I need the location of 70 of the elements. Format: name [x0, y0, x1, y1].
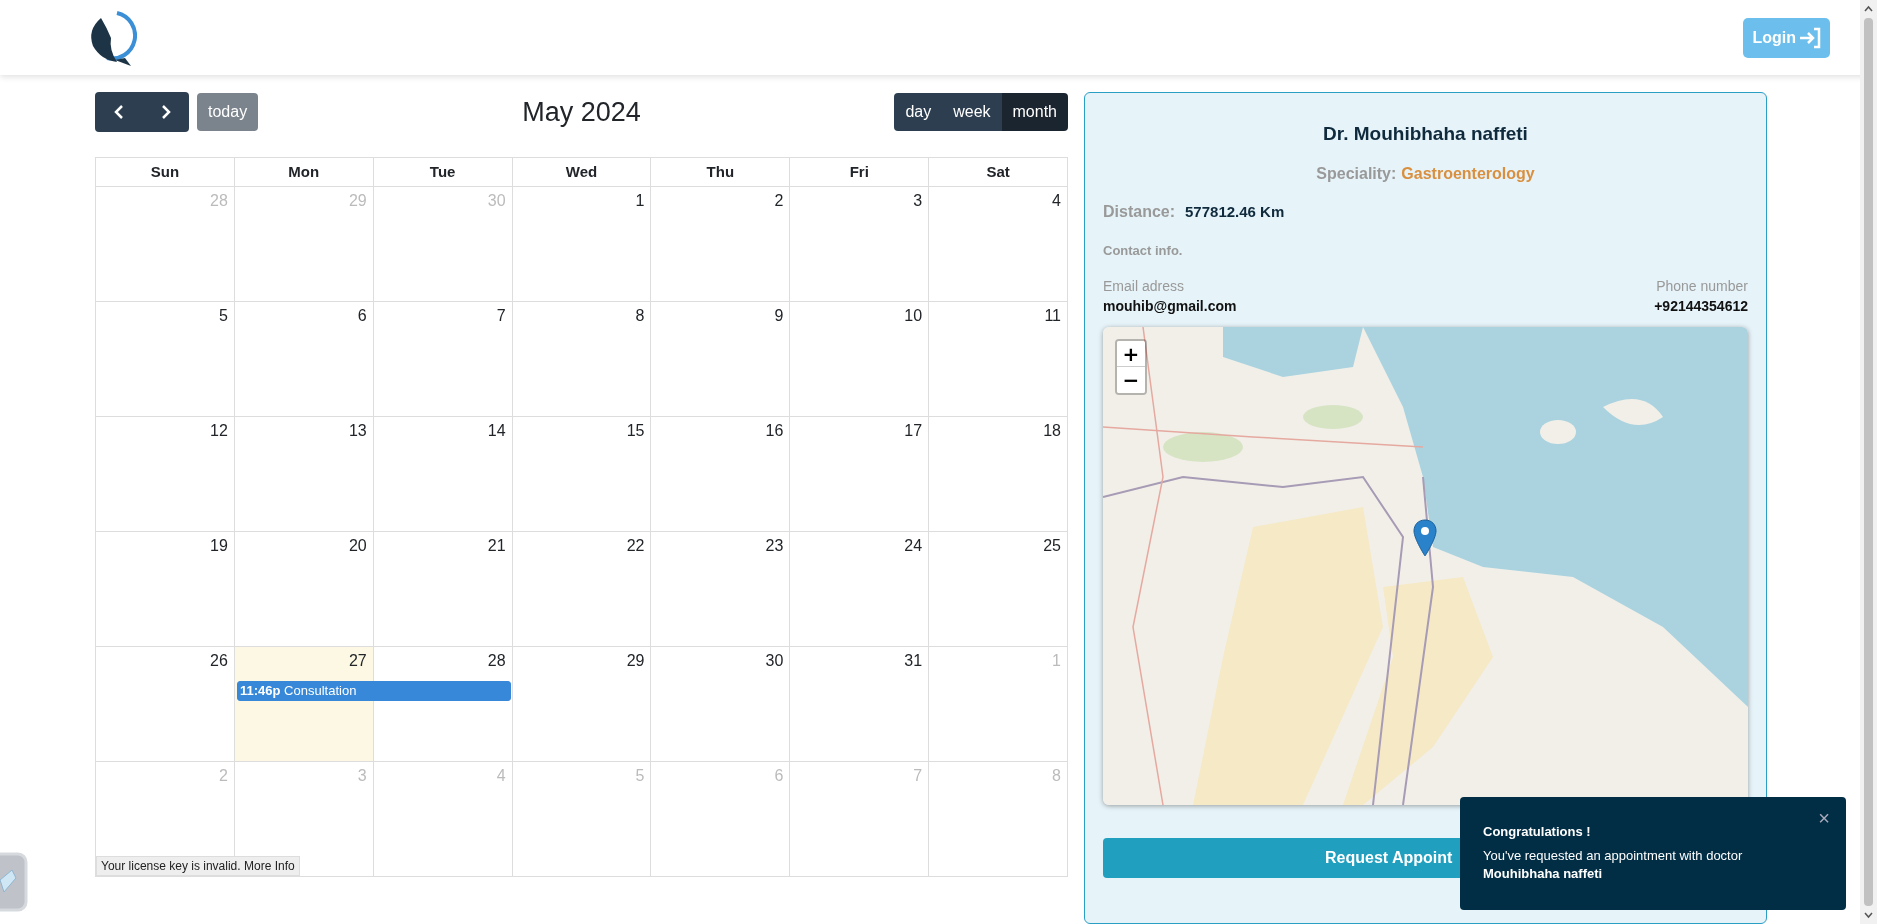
day-number: 16 — [764, 422, 784, 440]
day-number: 11 — [1043, 307, 1061, 325]
view-tab[interactable]: week — [942, 93, 1002, 131]
day-number: 21 — [486, 537, 506, 555]
contact-heading: Contact info. — [1103, 243, 1184, 258]
calendar-title: May 2024 — [522, 96, 641, 128]
day-number: 29 — [625, 652, 645, 670]
speciality-value: Gastroenterology — [1401, 165, 1535, 183]
day-number: 28 — [209, 192, 228, 210]
doctor-name: Dr. Mouhibhaha naffeti — [1322, 123, 1529, 145]
more-info-link[interactable]: More Info — [244, 859, 295, 873]
day-number: 5 — [217, 307, 228, 325]
day-number: 5 — [634, 767, 645, 785]
phone-label: Phone number — [1656, 278, 1748, 294]
day-number: 30 — [764, 652, 784, 670]
day-number: 28 — [486, 652, 506, 670]
day-number: 3 — [356, 767, 367, 785]
day-number: 23 — [764, 537, 784, 555]
email-label: Email adress — [1103, 278, 1184, 294]
zoom-in-button[interactable]: + — [1117, 341, 1145, 367]
day-number: 3 — [912, 192, 923, 210]
calendar-event[interactable]: 11:46p Consultation — [237, 681, 511, 701]
login-icon — [1799, 26, 1821, 49]
day-number: 4 — [495, 767, 506, 785]
day-number: 6 — [773, 767, 784, 785]
day-number: 26 — [209, 652, 228, 670]
day-number: 1 — [1051, 652, 1061, 670]
day-number: 29 — [347, 192, 367, 210]
day-number: 17 — [903, 422, 923, 440]
chevron-right-icon — [160, 104, 171, 120]
day-number: 7 — [495, 307, 506, 325]
day-number: 19 — [209, 537, 228, 555]
view-tab[interactable]: day — [894, 93, 943, 131]
day-number: 10 — [903, 307, 923, 325]
day-number: 2 — [773, 192, 784, 210]
phone-value: +92144354612 — [1654, 298, 1748, 314]
day-number: 18 — [1042, 422, 1061, 440]
license-notice: Your license key is invalid. More Info — [96, 856, 300, 876]
day-number: 2 — [217, 767, 228, 785]
day-number: 15 — [625, 422, 645, 440]
day-number: 14 — [486, 422, 506, 440]
day-number: 25 — [1042, 537, 1061, 555]
day-number: 1 — [634, 192, 645, 210]
speciality-label: Speciality: — [1316, 165, 1397, 183]
day-number: 9 — [773, 307, 784, 325]
day-number: 7 — [912, 767, 923, 785]
email-value: mouhib@gmail.com — [1103, 298, 1237, 314]
toast-title: Congratulations ! — [1483, 824, 1592, 839]
day-number: 6 — [356, 307, 367, 325]
view-tab[interactable]: month — [1001, 93, 1068, 131]
zoom-out-button[interactable]: − — [1117, 367, 1145, 393]
chevron-left-icon — [113, 104, 124, 120]
map-pin-icon[interactable] — [1413, 519, 1437, 557]
day-number: 27 — [347, 652, 367, 670]
today-button[interactable]: today — [197, 93, 259, 131]
close-button[interactable]: × — [1818, 807, 1830, 830]
day-number: 8 — [1051, 767, 1061, 785]
day-number: 4 — [1051, 192, 1061, 210]
day-number: 31 — [903, 652, 923, 670]
day-number: 20 — [347, 537, 367, 555]
day-number: 13 — [347, 422, 367, 440]
distance-label: Distance: — [1103, 203, 1176, 221]
day-number: 24 — [903, 537, 923, 555]
day-number: 8 — [634, 307, 645, 325]
distance-value: 577812.46 Km — [1185, 203, 1285, 220]
previous-button[interactable] — [95, 92, 142, 132]
day-number: 30 — [486, 192, 506, 210]
day-number: 22 — [625, 537, 645, 555]
next-button[interactable] — [142, 92, 189, 132]
day-number: 12 — [209, 422, 228, 440]
